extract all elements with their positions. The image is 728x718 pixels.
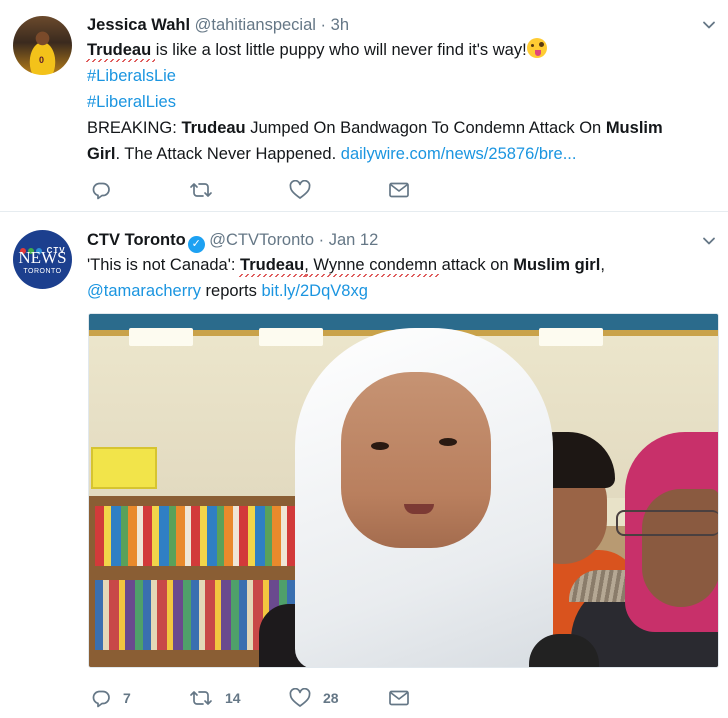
tweet-text-line: #LiberalsLie <box>87 63 717 89</box>
highlighted-word: Trudeau <box>84 37 156 63</box>
display-name[interactable]: CTV Toronto <box>87 231 186 249</box>
tweet-text-line: BREAKING: Trudeau Jumped On Bandwagon To… <box>87 115 717 141</box>
text-fragment: reports <box>200 282 262 300</box>
tweet-header: Jessica Wahl @tahitianspecial · 3h <box>87 14 349 36</box>
timestamp[interactable]: 3h <box>331 16 349 34</box>
highlighted-phrase: , Wynne condemn <box>302 252 441 278</box>
avatar-jersey-number: 0 <box>39 55 45 65</box>
text-fragment: Jumped On Bandwagon To Condemn Attack On <box>245 119 606 137</box>
handle[interactable]: @CTVToronto <box>209 231 314 249</box>
retweet-button[interactable] <box>189 178 225 202</box>
avatar[interactable]: CTV NEWS TORONTO <box>13 230 72 289</box>
tweet-text-line: Trudeau is like a lost little puppy who … <box>84 37 717 63</box>
display-name[interactable]: Jessica Wahl <box>87 16 190 34</box>
tweet-media-image[interactable] <box>88 313 719 668</box>
bold-text: Muslim <box>605 119 663 137</box>
avatar-city: TORONTO <box>23 268 62 275</box>
retweet-count: 14 <box>225 690 241 706</box>
caret-down-icon[interactable] <box>702 234 716 248</box>
tweet[interactable]: CTV NEWS TORONTO CTV Toronto ✓ @CTVToront… <box>0 212 728 718</box>
direct-message-icon <box>389 182 409 198</box>
handle[interactable]: @tahitianspecial <box>195 16 316 34</box>
text-fragment: , <box>600 256 605 274</box>
direct-message-button[interactable] <box>388 178 410 202</box>
reply-button[interactable]: 7 <box>91 686 131 710</box>
separator: · <box>318 231 325 249</box>
hashtag-link[interactable]: #LiberalsLie <box>87 67 176 85</box>
timestamp[interactable]: Jan 12 <box>329 231 379 249</box>
url-link[interactable]: dailywire.com/news/25876/bre... <box>341 145 577 163</box>
bold-text: Trudeau <box>181 119 246 137</box>
reply-icon <box>92 690 110 708</box>
text-fragment: attack on <box>437 256 514 274</box>
tweet-text: 'This is not Canada': Trudeau, Wynne con… <box>87 252 717 304</box>
highlighted-word: Trudeau <box>238 252 309 278</box>
text-fragment: is like a lost little puppy who will nev… <box>151 41 527 59</box>
tweet[interactable]: 0 Jessica Wahl @tahitianspecial · 3h Tru… <box>0 0 728 212</box>
avatar[interactable]: 0 <box>13 16 72 75</box>
url-link[interactable]: bit.ly/2DqV8xg <box>261 282 367 300</box>
mention-link[interactable]: @tamaracherry <box>87 282 201 300</box>
hashtag-link[interactable]: #LiberalLies <box>87 93 176 111</box>
bold-text: Girl <box>87 145 116 163</box>
tweet-text-line: #LiberalLies <box>87 89 717 115</box>
like-icon <box>289 688 311 707</box>
reply-button[interactable] <box>91 178 123 202</box>
tweet-header: CTV Toronto ✓ @CTVToronto · Jan 12 <box>87 229 378 253</box>
retweet-icon <box>190 183 212 197</box>
like-count: 28 <box>323 690 339 706</box>
winking-face-with-tongue-icon <box>526 38 547 58</box>
separator: · <box>320 16 327 34</box>
direct-message-button[interactable] <box>388 686 410 710</box>
avatar-word: NEWS <box>18 248 67 267</box>
reply-count: 7 <box>123 690 131 706</box>
tweet-actions: 7 14 28 <box>87 686 487 710</box>
like-icon <box>289 180 311 199</box>
like-button[interactable] <box>289 178 323 202</box>
tweet-text-line: Girl. The Attack Never Happened. dailywi… <box>87 141 717 167</box>
text-fragment: BREAKING: <box>87 119 182 137</box>
retweet-icon <box>190 691 212 705</box>
direct-message-icon <box>389 690 409 706</box>
like-button[interactable]: 28 <box>289 686 339 710</box>
tweet-text: Trudeau is like a lost little puppy who … <box>84 37 717 167</box>
tweet-text-line: @tamaracherry reports bit.ly/2DqV8xg <box>87 278 717 304</box>
verified-badge-icon: ✓ <box>187 236 205 253</box>
tweet-actions <box>87 178 487 202</box>
text-fragment: 'This is not Canada': <box>87 256 241 274</box>
bold-text: Muslim girl <box>513 256 601 274</box>
retweet-button[interactable]: 14 <box>189 686 241 710</box>
tweet-text-line: 'This is not Canada': Trudeau, Wynne con… <box>87 252 717 278</box>
caret-down-icon[interactable] <box>702 18 716 32</box>
reply-icon <box>92 182 110 200</box>
text-fragment: . The Attack Never Happened. <box>115 145 341 163</box>
